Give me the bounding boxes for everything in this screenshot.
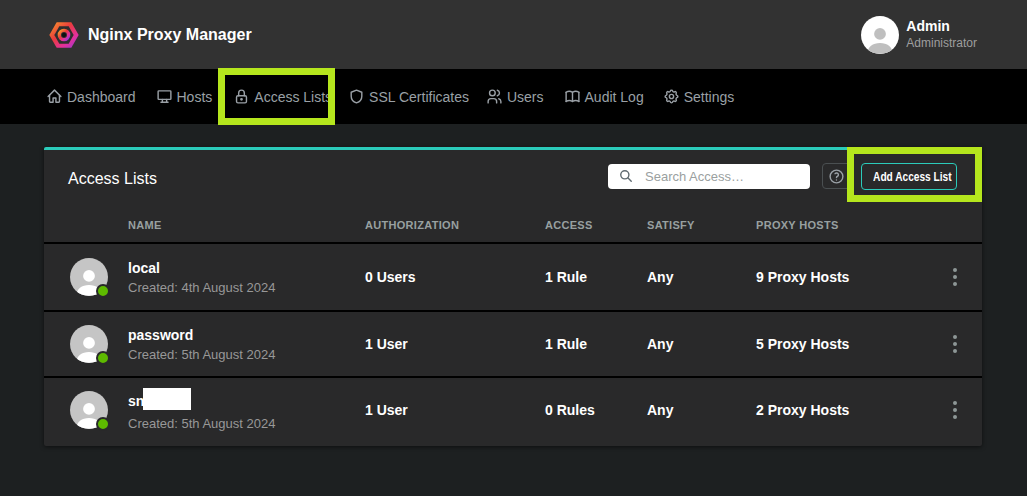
users-icon [486,88,503,105]
access-list-name: local [128,260,275,276]
row-avatar [70,258,108,296]
main-nav: Dashboard Hosts Access Lists SSL Certifi… [0,69,1027,124]
row-avatar [70,325,108,363]
column-header-access: ACCESS [545,219,647,231]
redaction-box [143,388,191,410]
help-button[interactable] [822,163,851,189]
proxy-hosts-value: 9 Proxy Hosts [756,269,948,285]
app-logo-icon [48,19,80,51]
proxy-hosts-value: 2 Proxy Hosts [756,402,948,418]
nav-item-users[interactable]: Users [486,88,544,105]
user-name: Admin [906,19,977,34]
app-title: Nginx Proxy Manager [88,26,252,44]
row-menu-button[interactable] [948,331,962,357]
column-header-authorization: AUTHORIZATION [365,219,545,231]
authorization-value: 1 User [365,336,545,352]
status-online-dot [96,284,110,298]
search-icon [619,169,633,183]
nav-item-settings[interactable]: Settings [663,88,735,105]
help-icon [828,168,845,185]
access-value: 1 Rule [545,269,647,285]
access-value: 0 Rules [545,402,647,418]
table-row[interactable]: sn Created: 5th August 2024 1 User 0 Rul… [44,376,982,442]
book-icon [564,88,581,105]
column-header-satisfy: SATISFY [647,219,756,231]
nav-item-audit-log[interactable]: Audit Log [564,88,644,105]
monitor-icon [156,88,173,105]
user-menu[interactable]: Admin Administrator [861,16,977,54]
nav-item-dashboard[interactable]: Dashboard [46,88,136,105]
status-online-dot [96,417,110,431]
table-row[interactable]: password Created: 5th August 2024 1 User… [44,310,982,376]
gear-icon [663,88,680,105]
proxy-hosts-value: 5 Proxy Hosts [756,336,948,352]
column-header-proxy-hosts: PROXY HOSTS [756,219,948,231]
access-list-created: Created: 5th August 2024 [128,347,275,362]
nav-item-hosts[interactable]: Hosts [156,88,213,105]
home-icon [46,88,63,105]
access-lists-card: Access Lists Add Access List NAME AUTHOR… [44,147,982,446]
access-value: 1 Rule [545,336,647,352]
nav-item-ssl-certificates[interactable]: SSL Certificates [348,88,469,105]
access-list-name: password [128,327,275,343]
add-access-list-button[interactable]: Add Access List [861,163,957,190]
status-online-dot [96,351,110,365]
row-menu-button[interactable] [948,397,962,423]
row-menu-button[interactable] [948,264,962,290]
app-header: Nginx Proxy Manager Admin Administrator [0,0,1027,69]
column-header-name: NAME [70,219,365,231]
shield-icon [348,88,365,105]
satisfy-value: Any [647,269,756,285]
user-avatar [861,16,899,54]
user-role: Administrator [906,36,977,51]
search-input[interactable] [608,164,810,189]
satisfy-value: Any [647,402,756,418]
authorization-value: 0 Users [365,269,545,285]
lock-icon [233,88,250,105]
card-title: Access Lists [68,170,157,188]
authorization-value: 1 User [365,402,545,418]
nav-item-access-lists[interactable]: Access Lists [233,88,332,105]
access-list-created: Created: 5th August 2024 [128,416,275,431]
access-list-created: Created: 4th August 2024 [128,280,275,295]
card-header: Access Lists Add Access List [44,150,982,208]
satisfy-value: Any [647,336,756,352]
search-box [608,164,810,189]
table-header: NAME AUTHORIZATION ACCESS SATISFY PROXY … [44,208,982,244]
row-avatar [70,391,108,429]
access-list-name: sn [128,390,275,412]
table-row[interactable]: local Created: 4th August 2024 0 Users 1… [44,244,982,310]
